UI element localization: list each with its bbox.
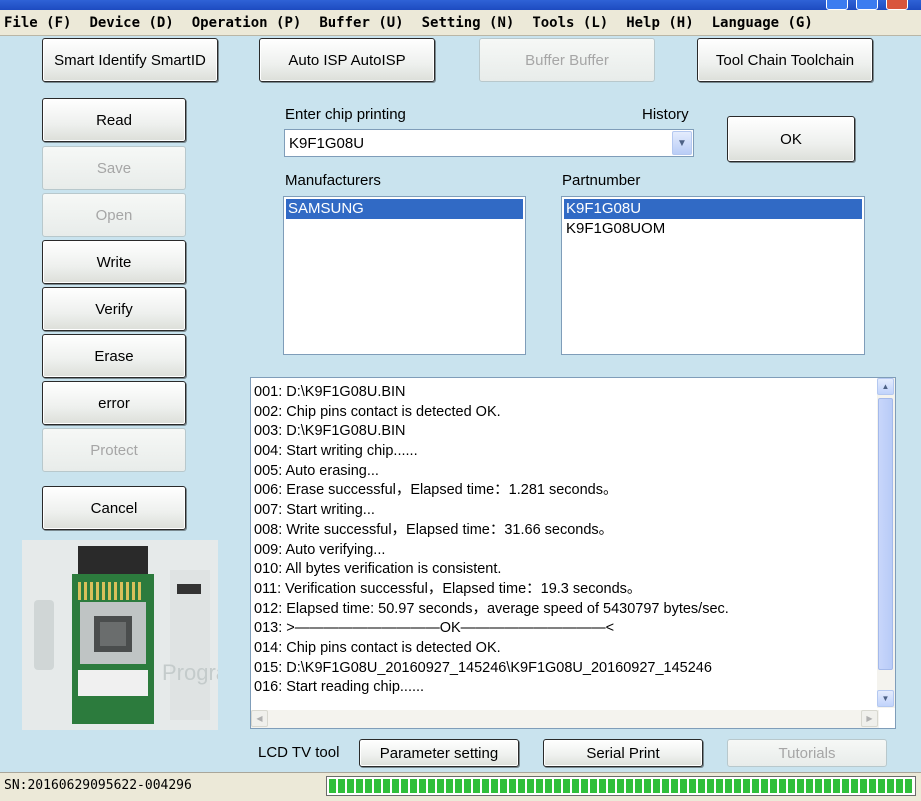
menu-device[interactable]: Device (D): [89, 15, 173, 31]
chevron-down-icon[interactable]: ▼: [672, 131, 692, 155]
log-line: 015: D:\K9F1G08U_20160927_145246\K9F1G08…: [254, 659, 712, 676]
enter-chip-label: Enter chip printing: [285, 106, 406, 123]
log-line: 014: Chip pins contact is detected OK.: [254, 639, 501, 656]
list-item[interactable]: SAMSUNG: [286, 199, 523, 219]
write-button[interactable]: Write: [42, 240, 186, 284]
menu-operation[interactable]: Operation (P): [192, 15, 302, 31]
log-line: 007: Start writing...: [254, 502, 375, 519]
programmer-photo: Progra: [22, 540, 218, 730]
error-button[interactable]: error: [42, 381, 186, 425]
status-bar: SN:20160629095622-004296: [0, 772, 921, 801]
log-line: 006: Erase successful，Elapsed time：1.281…: [254, 482, 618, 499]
menu-language[interactable]: Language (G): [712, 15, 813, 31]
serial-number: SN:20160629095622-004296: [4, 778, 192, 793]
partnumber-list[interactable]: K9F1G08U K9F1G08UOM: [561, 196, 865, 355]
scrollbar-thumb[interactable]: [878, 398, 893, 670]
cancel-button[interactable]: Cancel: [42, 486, 186, 530]
maximize-button[interactable]: [856, 0, 878, 10]
read-button[interactable]: Read: [42, 98, 186, 142]
partnumber-label: Partnumber: [562, 172, 641, 189]
menu-file[interactable]: File (F): [4, 15, 71, 31]
svg-text:Progra: Progra: [162, 660, 218, 685]
log-line: 003: D:\K9F1G08U.BIN: [254, 423, 406, 440]
log-line: 010: All bytes verification is consisten…: [254, 561, 502, 578]
chip-printing-value: K9F1G08U: [289, 134, 365, 152]
verify-button[interactable]: Verify: [42, 287, 186, 331]
log-line: 001: D:\K9F1G08U.BIN: [254, 384, 406, 400]
log-line: 009: Auto verifying...: [254, 541, 386, 558]
scroll-up-icon[interactable]: ▲: [877, 378, 894, 395]
horizontal-scrollbar[interactable]: ◀ ▶: [251, 710, 879, 728]
menu-bar: File (F) Device (D) Operation (P) Buffer…: [0, 10, 921, 36]
scroll-down-icon[interactable]: ▼: [877, 690, 894, 707]
progress-fill: [329, 779, 913, 793]
tool-chain-button[interactable]: Tool Chain Toolchain: [697, 38, 873, 82]
operation-log[interactable]: 001: D:\K9F1G08U.BIN 002: Chip pins cont…: [250, 377, 896, 729]
chip-printing-combobox[interactable]: K9F1G08U ▼: [284, 129, 694, 157]
open-button[interactable]: Open: [42, 193, 186, 237]
log-line: 002: Chip pins contact is detected OK.: [254, 403, 501, 420]
buffer-button[interactable]: Buffer Buffer: [479, 38, 655, 82]
minimize-button[interactable]: [826, 0, 848, 10]
log-line: 013: >——————————OK——————————<: [254, 620, 615, 637]
close-button[interactable]: [886, 0, 908, 10]
auto-isp-button[interactable]: Auto ISP AutoISP: [259, 38, 435, 82]
erase-button[interactable]: Erase: [42, 334, 186, 378]
save-button[interactable]: Save: [42, 146, 186, 190]
log-line: 012: Elapsed time: 50.97 seconds，average…: [254, 600, 729, 617]
manufacturers-list[interactable]: SAMSUNG: [283, 196, 526, 355]
menu-tools[interactable]: Tools (L): [532, 15, 608, 31]
title-bar: [0, 0, 921, 10]
smart-identify-button[interactable]: Smart Identify SmartID: [42, 38, 218, 82]
scroll-left-icon[interactable]: ◀: [251, 710, 268, 727]
programmer-socket-icon: Progra: [22, 540, 218, 730]
lcd-tv-tool-label: LCD TV tool: [258, 744, 340, 761]
scroll-right-icon[interactable]: ▶: [861, 710, 878, 727]
protect-button[interactable]: Protect: [42, 428, 186, 472]
menu-help[interactable]: Help (H): [626, 15, 693, 31]
log-line: 004: Start writing chip......: [254, 443, 418, 460]
manufacturers-label: Manufacturers: [285, 172, 381, 189]
menu-setting[interactable]: Setting (N): [422, 15, 515, 31]
list-item[interactable]: K9F1G08U: [564, 199, 862, 219]
serial-print-button[interactable]: Serial Print: [543, 739, 703, 767]
list-item[interactable]: K9F1G08UOM: [564, 219, 862, 239]
log-line: 011: Verification successful，Elapsed tim…: [254, 580, 642, 597]
log-line: 016: Start reading chip......: [254, 679, 425, 696]
tutorials-button[interactable]: Tutorials: [727, 739, 887, 767]
ok-button[interactable]: OK: [727, 116, 855, 162]
log-line: 008: Write successful，Elapsed time：31.66…: [254, 521, 614, 538]
history-label: History: [642, 106, 689, 123]
vertical-scrollbar[interactable]: ▲ ▼: [877, 378, 895, 708]
parameter-setting-button[interactable]: Parameter setting: [359, 739, 519, 767]
menu-buffer[interactable]: Buffer (U): [319, 15, 403, 31]
log-line: 005: Auto erasing...: [254, 462, 379, 479]
progress-bar: [326, 776, 916, 796]
